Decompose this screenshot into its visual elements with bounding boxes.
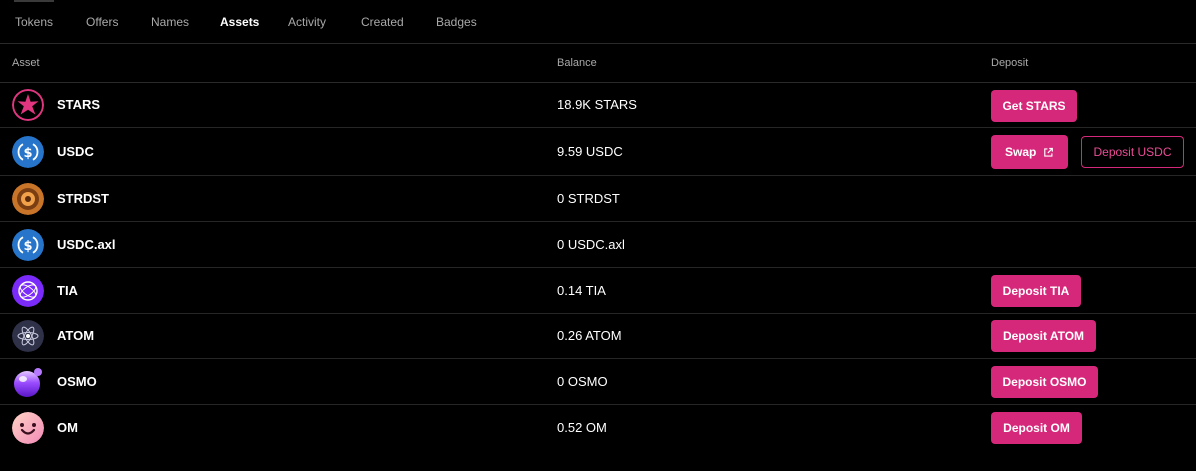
asset-balance: 0 OSMO [557, 374, 608, 389]
tab-indicator-line [14, 0, 54, 2]
table-row: STARS 18.9K STARS Get STARS [0, 83, 1196, 128]
deposit-osmo-button[interactable]: Deposit OSMO [991, 366, 1098, 398]
header-deposit: Deposit [991, 57, 1029, 69]
tia-icon [12, 275, 44, 307]
asset-name: OSMO [57, 374, 97, 389]
asset-balance: 0 STRDST [557, 191, 620, 206]
deposit-tia-button[interactable]: Deposit TIA [991, 275, 1081, 307]
tab-created[interactable]: Created [361, 15, 404, 29]
table-row: OSMO 0 OSMO Deposit OSMO [0, 359, 1196, 405]
assets-table-header: Asset Balance Deposit [0, 44, 1196, 83]
usdc-icon: $ [12, 229, 44, 261]
asset-name: ATOM [57, 328, 95, 343]
usdc-icon: $ [12, 136, 44, 168]
tab-badges[interactable]: Badges [436, 15, 477, 29]
asset-name: USDC [57, 144, 94, 159]
table-row: $ USDC 9.59 USDC Swap Deposit USDC [0, 128, 1196, 176]
asset-balance: 0.26 ATOM [557, 328, 622, 343]
asset-name: TIA [57, 283, 78, 298]
profile-tabs: Tokens Offers Names Assets Activity Crea… [0, 0, 1196, 44]
svg-text:$: $ [23, 146, 32, 161]
tab-activity[interactable]: Activity [288, 15, 326, 29]
asset-balance: 18.9K STARS [557, 97, 637, 112]
table-row: ATOM 0.26 ATOM Deposit ATOM [0, 314, 1196, 359]
table-row: STRDST 0 STRDST [0, 176, 1196, 222]
tab-tokens[interactable]: Tokens [15, 15, 53, 29]
external-link-icon [1044, 147, 1054, 157]
deposit-om-button[interactable]: Deposit OM [991, 412, 1082, 444]
asset-name: STARS [57, 97, 101, 112]
deposit-usdc-button[interactable]: Deposit USDC [1081, 136, 1184, 168]
swap-button[interactable]: Swap [991, 135, 1068, 169]
get-stars-button[interactable]: Get STARS [991, 90, 1077, 122]
om-icon [12, 412, 44, 444]
osmo-icon [12, 366, 44, 398]
table-row: TIA 0.14 TIA Deposit TIA [0, 268, 1196, 314]
tab-names[interactable]: Names [151, 15, 189, 29]
asset-name: USDC.axl [57, 237, 116, 252]
asset-balance: 0.14 TIA [557, 283, 606, 298]
tab-offers[interactable]: Offers [86, 15, 118, 29]
table-row: OM 0.52 OM Deposit OM [0, 405, 1196, 451]
asset-balance: 0.52 OM [557, 420, 607, 435]
tab-assets[interactable]: Assets [220, 15, 259, 29]
asset-balance: 0 USDC.axl [557, 237, 625, 252]
swap-button-label: Swap [1005, 145, 1037, 159]
asset-name: OM [57, 420, 78, 435]
stars-icon [12, 89, 44, 121]
strdst-icon [12, 183, 44, 215]
header-asset: Asset [12, 57, 40, 69]
table-row: $ USDC.axl 0 USDC.axl [0, 222, 1196, 268]
header-balance: Balance [557, 57, 597, 69]
atom-icon [12, 320, 44, 352]
asset-name: STRDST [57, 191, 109, 206]
svg-text:$: $ [23, 239, 32, 254]
asset-balance: 9.59 USDC [557, 144, 623, 159]
deposit-atom-button[interactable]: Deposit ATOM [991, 320, 1096, 352]
